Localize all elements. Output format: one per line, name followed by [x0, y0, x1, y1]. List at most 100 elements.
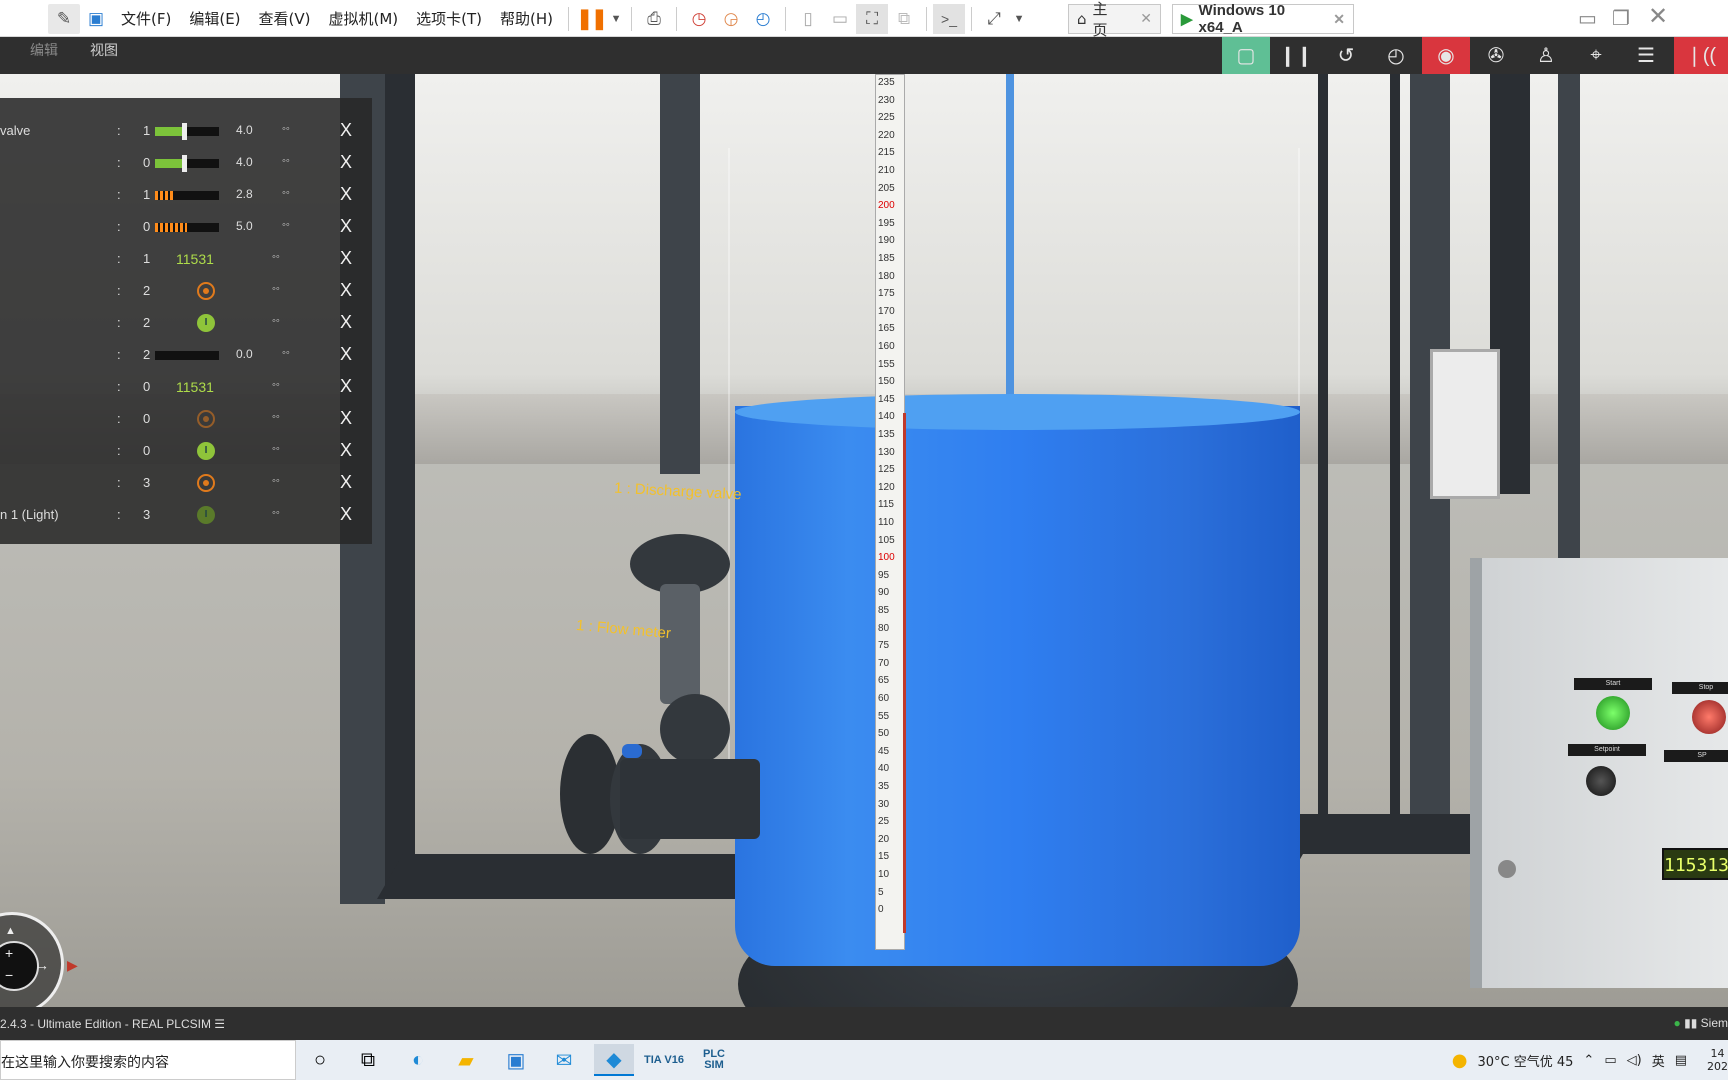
library-icon[interactable]: ▭	[824, 4, 856, 34]
chevron-up-icon[interactable]: ⌃	[1583, 1053, 1594, 1068]
target-icon[interactable]: ⌖	[1572, 37, 1620, 74]
signal-icon[interactable]: ❘((	[1674, 37, 1728, 74]
snapshot-manager-icon[interactable]: ◴	[747, 4, 779, 34]
indicator-light-icon[interactable]: I	[197, 314, 215, 332]
start-button[interactable]	[1596, 696, 1630, 730]
close-row-icon[interactable]: X	[340, 248, 352, 269]
console-icon[interactable]: >_	[933, 3, 966, 34]
sensor-icon[interactable]: ✇	[1472, 37, 1520, 74]
close-row-icon[interactable]: X	[340, 152, 352, 173]
io-slider[interactable]	[155, 155, 219, 172]
camera-icon[interactable]: ▢	[1222, 37, 1270, 74]
zoom-in-icon[interactable]: +	[5, 945, 13, 961]
menu-edit[interactable]: 编辑(E)	[189, 8, 240, 29]
ime-indicator[interactable]: 英	[1652, 1051, 1665, 1070]
tab-home[interactable]: ⌂ 主页 ✕	[1068, 0, 1161, 39]
menu-edit-app[interactable]: 编辑	[30, 40, 58, 60]
store-icon[interactable]: ▣	[496, 1044, 536, 1076]
revert-snapshot-icon[interactable]: ◶	[715, 4, 747, 34]
close-icon[interactable]: ✕	[1333, 11, 1345, 28]
slider-thumb[interactable]	[181, 155, 187, 172]
minimize-icon[interactable]: ▭	[1578, 6, 1597, 31]
visibility-icon[interactable]: ◦◦	[272, 251, 280, 263]
menu-vm[interactable]: 虚拟机(M)	[329, 8, 399, 29]
cortana-icon[interactable]: ○	[300, 1044, 340, 1076]
fullscreen-icon[interactable]: ⛶	[856, 3, 889, 34]
close-row-icon[interactable]: X	[340, 376, 352, 397]
visibility-icon[interactable]: ◦◦	[272, 475, 280, 487]
visibility-icon[interactable]: ◦◦	[272, 315, 280, 327]
navigation-gizmo[interactable]: + − → ▶ ▲	[0, 912, 78, 1007]
visibility-icon[interactable]: ◦◦	[282, 123, 290, 135]
vmware-app-icon[interactable]: ◆	[594, 1044, 634, 1076]
menu-view[interactable]: 查看(V)	[259, 8, 311, 29]
mail-icon[interactable]: ✉	[544, 1044, 584, 1076]
visibility-icon[interactable]: ◦◦	[282, 347, 290, 359]
indicator-ring-icon[interactable]	[197, 474, 215, 492]
reset-icon[interactable]: ↺	[1322, 37, 1370, 74]
triangle-right-icon[interactable]: ▶	[67, 957, 78, 974]
arrow-right-icon[interactable]: →	[35, 957, 49, 973]
drive-icon[interactable]: ◉	[1422, 37, 1470, 74]
person-icon[interactable]: ♙	[1522, 37, 1570, 74]
visibility-icon[interactable]: ◦◦	[272, 283, 280, 295]
edge-icon[interactable]: ◐	[398, 1044, 438, 1076]
plcsim-app[interactable]: PLC SIM	[694, 1044, 734, 1076]
stop-button[interactable]	[1692, 700, 1726, 734]
chevron-down-icon[interactable]: ▼	[607, 4, 625, 34]
list-icon[interactable]: ☰	[1622, 37, 1670, 74]
search-input[interactable]: 在这里输入你要搜索的内容	[0, 1040, 296, 1080]
visibility-icon[interactable]: ◦◦	[272, 443, 280, 455]
pause-sim-icon[interactable]: ❙❙	[1272, 37, 1320, 74]
visibility-icon[interactable]: ◦◦	[272, 507, 280, 519]
maximize-icon[interactable]: ❐	[1612, 6, 1630, 31]
menu-file[interactable]: 文件(F)	[121, 8, 171, 29]
close-row-icon[interactable]: X	[340, 472, 352, 493]
indicator-light-icon[interactable]: I	[197, 442, 215, 460]
pin-icon[interactable]: ✎	[48, 3, 80, 34]
close-row-icon[interactable]: X	[340, 440, 352, 461]
io-bar[interactable]	[155, 223, 219, 232]
file-explorer-icon[interactable]: ▰	[446, 1044, 486, 1076]
indicator-light-icon[interactable]: I	[197, 506, 215, 524]
io-bar[interactable]	[155, 191, 219, 200]
close-row-icon[interactable]: X	[340, 120, 352, 141]
io-slider[interactable]	[155, 123, 219, 140]
clock[interactable]: 14 202	[1697, 1047, 1728, 1073]
close-row-icon[interactable]: X	[340, 280, 352, 301]
indicator-ring-icon[interactable]	[197, 282, 215, 300]
sidebar-toggle-icon[interactable]: ▯	[792, 4, 824, 34]
close-row-icon[interactable]: X	[340, 312, 352, 333]
chevron-down-icon[interactable]: ▼	[1010, 4, 1028, 34]
visibility-icon[interactable]: ◦◦	[272, 411, 280, 423]
zoom-out-icon[interactable]: −	[5, 967, 13, 983]
visibility-icon[interactable]: ◦◦	[282, 155, 290, 167]
notification-icon[interactable]: ▤	[1675, 1053, 1687, 1068]
close-icon[interactable]: ✕	[1140, 11, 1152, 27]
visibility-icon[interactable]: ◦◦	[282, 187, 290, 199]
close-row-icon[interactable]: X	[340, 216, 352, 237]
menu-tabs[interactable]: 选项卡(T)	[416, 8, 482, 29]
slider-thumb[interactable]	[181, 123, 187, 140]
tab-vm[interactable]: ▶ Windows 10 x64_A ✕	[1172, 2, 1354, 36]
network-icon[interactable]: ▭	[1604, 1053, 1616, 1068]
task-view-icon[interactable]: ⧉	[348, 1044, 388, 1076]
send-keys-icon[interactable]: ⎙	[638, 4, 670, 34]
discharge-valve[interactable]	[560, 534, 760, 874]
close-row-icon[interactable]: X	[340, 408, 352, 429]
io-bar[interactable]	[155, 351, 219, 360]
close-row-icon[interactable]: X	[340, 344, 352, 365]
close-row-icon[interactable]: X	[340, 504, 352, 525]
indicator-ring-icon[interactable]	[197, 410, 215, 428]
pause-icon[interactable]: ❚❚	[575, 4, 608, 34]
arrow-up-icon[interactable]: ▲	[5, 925, 16, 937]
close-window-icon[interactable]: ✕	[1648, 2, 1668, 31]
volume-icon[interactable]: ◁)	[1627, 1053, 1642, 1068]
weather-text[interactable]: 30°C 空气优 45	[1477, 1051, 1573, 1070]
setpoint-knob[interactable]	[1586, 766, 1616, 796]
visibility-icon[interactable]: ◦◦	[272, 379, 280, 391]
menu-view-app[interactable]: 视图	[90, 40, 118, 60]
timer-icon[interactable]: ◴	[1372, 37, 1420, 74]
menu-help[interactable]: 帮助(H)	[500, 8, 553, 29]
stretch-icon[interactable]: ⤢	[978, 4, 1010, 34]
